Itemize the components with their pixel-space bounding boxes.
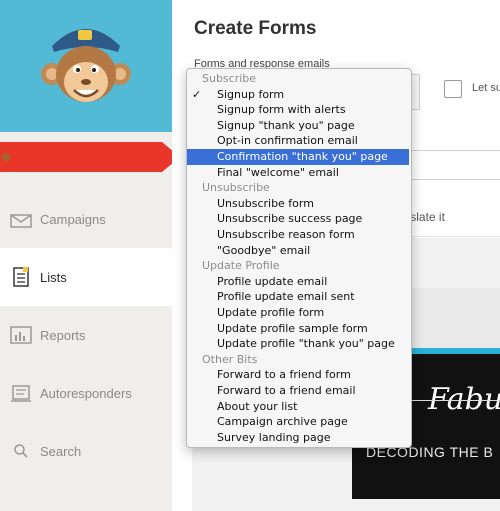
menu-item[interactable]: Unsubscribe success page xyxy=(187,211,409,227)
menu-item[interactable]: Update profile form xyxy=(187,305,409,321)
menu-item-label: Update profile sample form xyxy=(217,321,368,335)
menu-item-label: Forward to a friend form xyxy=(217,368,351,382)
nav-lists[interactable]: Lists xyxy=(0,248,172,306)
menu-item-label: Unsubscribe success page xyxy=(217,212,363,226)
menu-item-label: Profile update email sent xyxy=(217,290,355,304)
menu-item[interactable]: Update profile sample form xyxy=(187,321,409,337)
nav-autoresponders-label: Autoresponders xyxy=(40,385,132,401)
menu-item-label: Update profile form xyxy=(217,306,325,319)
bar-chart-icon xyxy=(4,326,38,344)
nav-campaigns[interactable]: Campaigns xyxy=(0,190,172,248)
menu-item-label: Survey landing page xyxy=(217,430,331,444)
menu-item[interactable]: Profile update email sent xyxy=(187,289,409,305)
logo-area xyxy=(0,0,172,132)
list-icon xyxy=(4,267,38,287)
sidebar: Campaigns Lists Reports Autoresponders S… xyxy=(0,0,180,511)
menu-group-header: Update Profile xyxy=(202,259,280,273)
menu-item[interactable]: About your list xyxy=(187,399,409,415)
menu-item-label: About your list xyxy=(217,399,298,413)
menu-item[interactable]: Final "welcome" email xyxy=(187,165,409,181)
menu-item-label: Campaign archive page xyxy=(217,415,348,429)
menu-item-label: Unsubscribe reason form xyxy=(217,228,355,241)
nav-reports-label: Reports xyxy=(40,327,86,343)
menu-item[interactable]: Forward to a friend email xyxy=(187,383,409,399)
menu-item[interactable]: ✓ Signup form xyxy=(187,87,409,103)
freddie-logo-icon[interactable] xyxy=(38,16,134,116)
search-icon xyxy=(4,443,38,459)
menu-item-label: Signup "thank you" page xyxy=(217,118,355,132)
nav-campaigns-label: Campaigns xyxy=(40,211,106,227)
menu-item[interactable]: Survey landing page xyxy=(187,430,409,446)
nav-search-label: Search xyxy=(40,443,82,459)
envelope-icon xyxy=(4,210,38,228)
menu-item[interactable]: Profile update email xyxy=(187,274,409,290)
menu-item[interactable]: Unsubscribe form xyxy=(187,196,409,212)
nav-search[interactable]: Search xyxy=(0,422,172,480)
menu-item-label: Signup form xyxy=(217,87,285,101)
menu-item[interactable]: Campaign archive page xyxy=(187,414,409,430)
menu-group-header: Other Bits xyxy=(202,352,258,366)
menu-item-label: "Goodbye" email xyxy=(217,243,311,257)
option-checkbox[interactable] xyxy=(444,80,462,98)
menu-item-label: Forward to a friend email xyxy=(217,384,356,397)
menu-item-label: Profile update email xyxy=(217,274,328,288)
page-title: Create Forms xyxy=(194,18,317,39)
menu-item[interactable]: "Goodbye" email xyxy=(187,243,409,259)
nav-lists-label: Lists xyxy=(40,269,67,285)
menu-item-label: Unsubscribe form xyxy=(217,196,314,210)
menu-item[interactable]: Confirmation "thank you" page xyxy=(187,149,409,165)
checkmark-icon: ✓ xyxy=(192,87,202,101)
menu-item[interactable]: Forward to a friend form xyxy=(187,367,409,383)
arrow-pointer-icon xyxy=(0,142,180,172)
menu-item-label: Confirmation "thank you" page xyxy=(217,150,388,163)
menu-item-label: Update profile "thank you" page xyxy=(217,337,395,351)
menu-group-header: Subscribe xyxy=(202,72,257,85)
menu-item[interactable]: Update profile "thank you" page xyxy=(187,336,409,352)
nav-autoresponders[interactable]: Autoresponders xyxy=(0,364,172,422)
autoresponder-icon xyxy=(4,384,38,402)
menu-item-label: Signup form with alerts xyxy=(217,103,346,117)
menu-item[interactable]: Opt-in confirmation email xyxy=(187,133,409,149)
forms-dropdown-menu[interactable]: Subscribe ✓ Signup form Signup form with al… xyxy=(186,68,412,448)
menu-item-label: Final "welcome" email xyxy=(217,165,339,179)
menu-group-header: Unsubscribe xyxy=(202,181,270,195)
menu-item[interactable]: Unsubscribe reason form xyxy=(187,227,409,243)
menu-item[interactable]: Signup "thank you" page xyxy=(187,118,409,134)
menu-item[interactable]: Signup form with alerts xyxy=(187,102,409,118)
menu-item-label: Opt-in confirmation email xyxy=(217,134,358,148)
checkbox-label: Let su xyxy=(472,82,500,94)
nav-reports[interactable]: Reports xyxy=(0,306,172,364)
